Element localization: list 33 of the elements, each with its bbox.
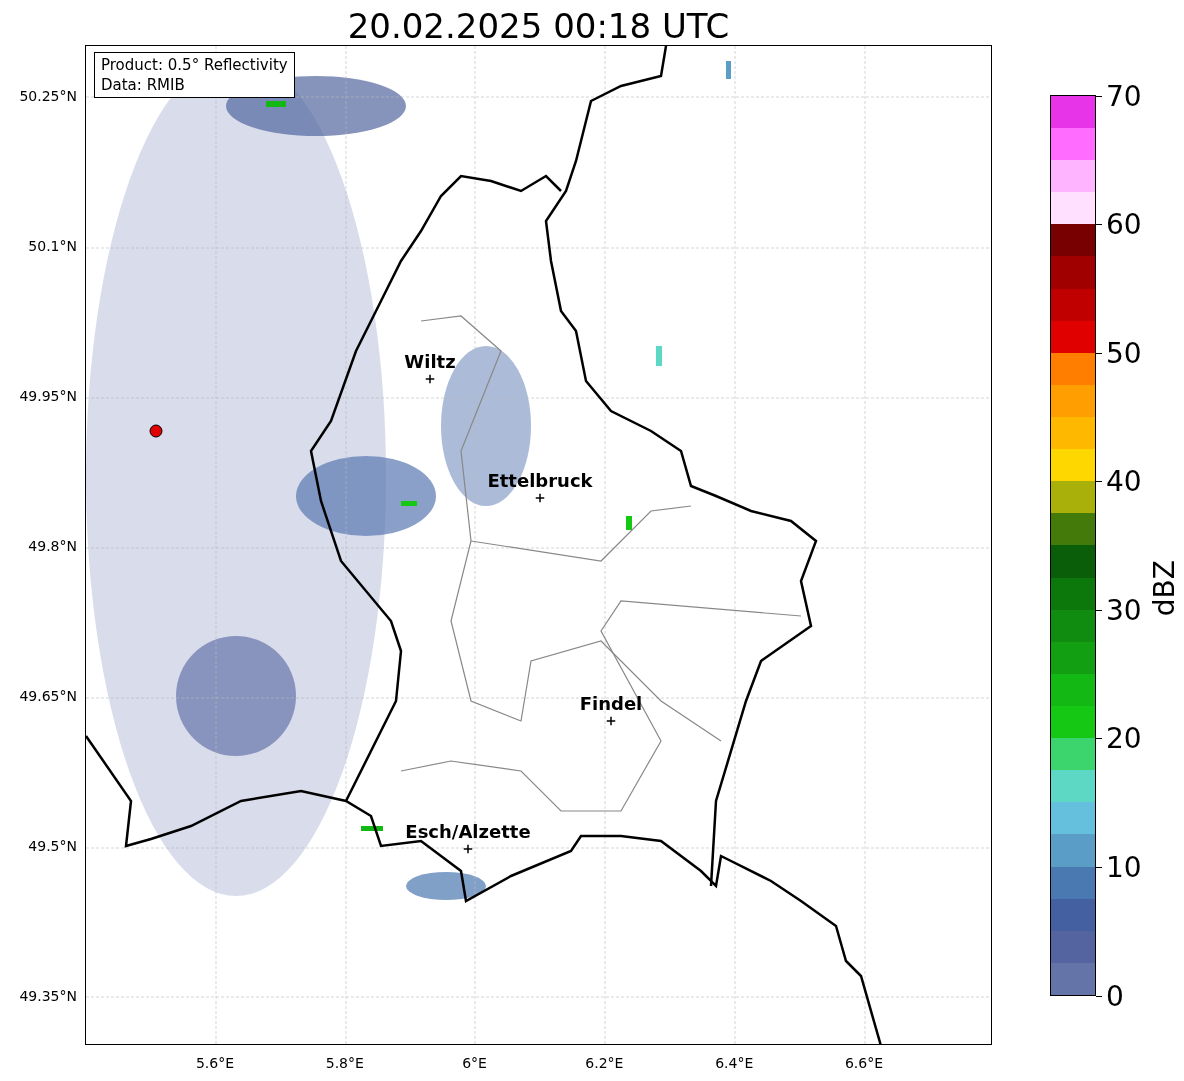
city-marker-icon: [535, 493, 545, 503]
latitude-label: 49.65°N: [19, 688, 77, 704]
chart-title: 20.02.2025 00:18 UTC: [347, 7, 730, 45]
longitude-label: 6.4°E: [715, 1055, 754, 1071]
latitude-label: 49.35°N: [19, 988, 77, 1004]
city-label: Esch/Alzette: [405, 821, 531, 842]
city-label: Wiltz: [404, 351, 456, 372]
scale-value-label: 20: [1106, 721, 1142, 755]
latitude-label: 49.8°N: [28, 538, 77, 554]
source-text: Data: RMIB: [101, 75, 186, 95]
latitude-label: 49.5°N: [28, 838, 77, 854]
longitude-label: 6°E: [462, 1055, 487, 1071]
city-label: Findel: [579, 693, 643, 714]
scale-value-label: 30: [1106, 593, 1142, 627]
city-marker-icon: [606, 716, 616, 726]
scale-unit-label: dBZ: [1148, 559, 1181, 617]
latitude-label: 50.25°N: [19, 88, 77, 104]
scale-value-label: 10: [1106, 850, 1142, 884]
latitude-label: 49.95°N: [19, 388, 77, 404]
latitude-label: 50.1°N: [28, 238, 77, 254]
scale-value-label: 0: [1106, 979, 1124, 1012]
city-marker-icon: [463, 844, 473, 854]
longitude-label: 6.6°E: [844, 1055, 884, 1071]
scale-value-label: 50: [1106, 336, 1142, 370]
city-label: Ettelbruck: [487, 470, 593, 491]
longitude-label: 5.6°E: [195, 1055, 235, 1071]
scale-value-label: 60: [1106, 207, 1142, 241]
city-marker-icon: [425, 374, 435, 384]
product-text: Product: 0.5° Reflectivity: [101, 55, 288, 75]
longitude-label: 6.2°E: [585, 1055, 624, 1071]
scale-value-label: 70: [1106, 79, 1142, 112]
longitude-label: 5.8°E: [325, 1055, 364, 1071]
scale-value-label: 40: [1106, 464, 1142, 498]
